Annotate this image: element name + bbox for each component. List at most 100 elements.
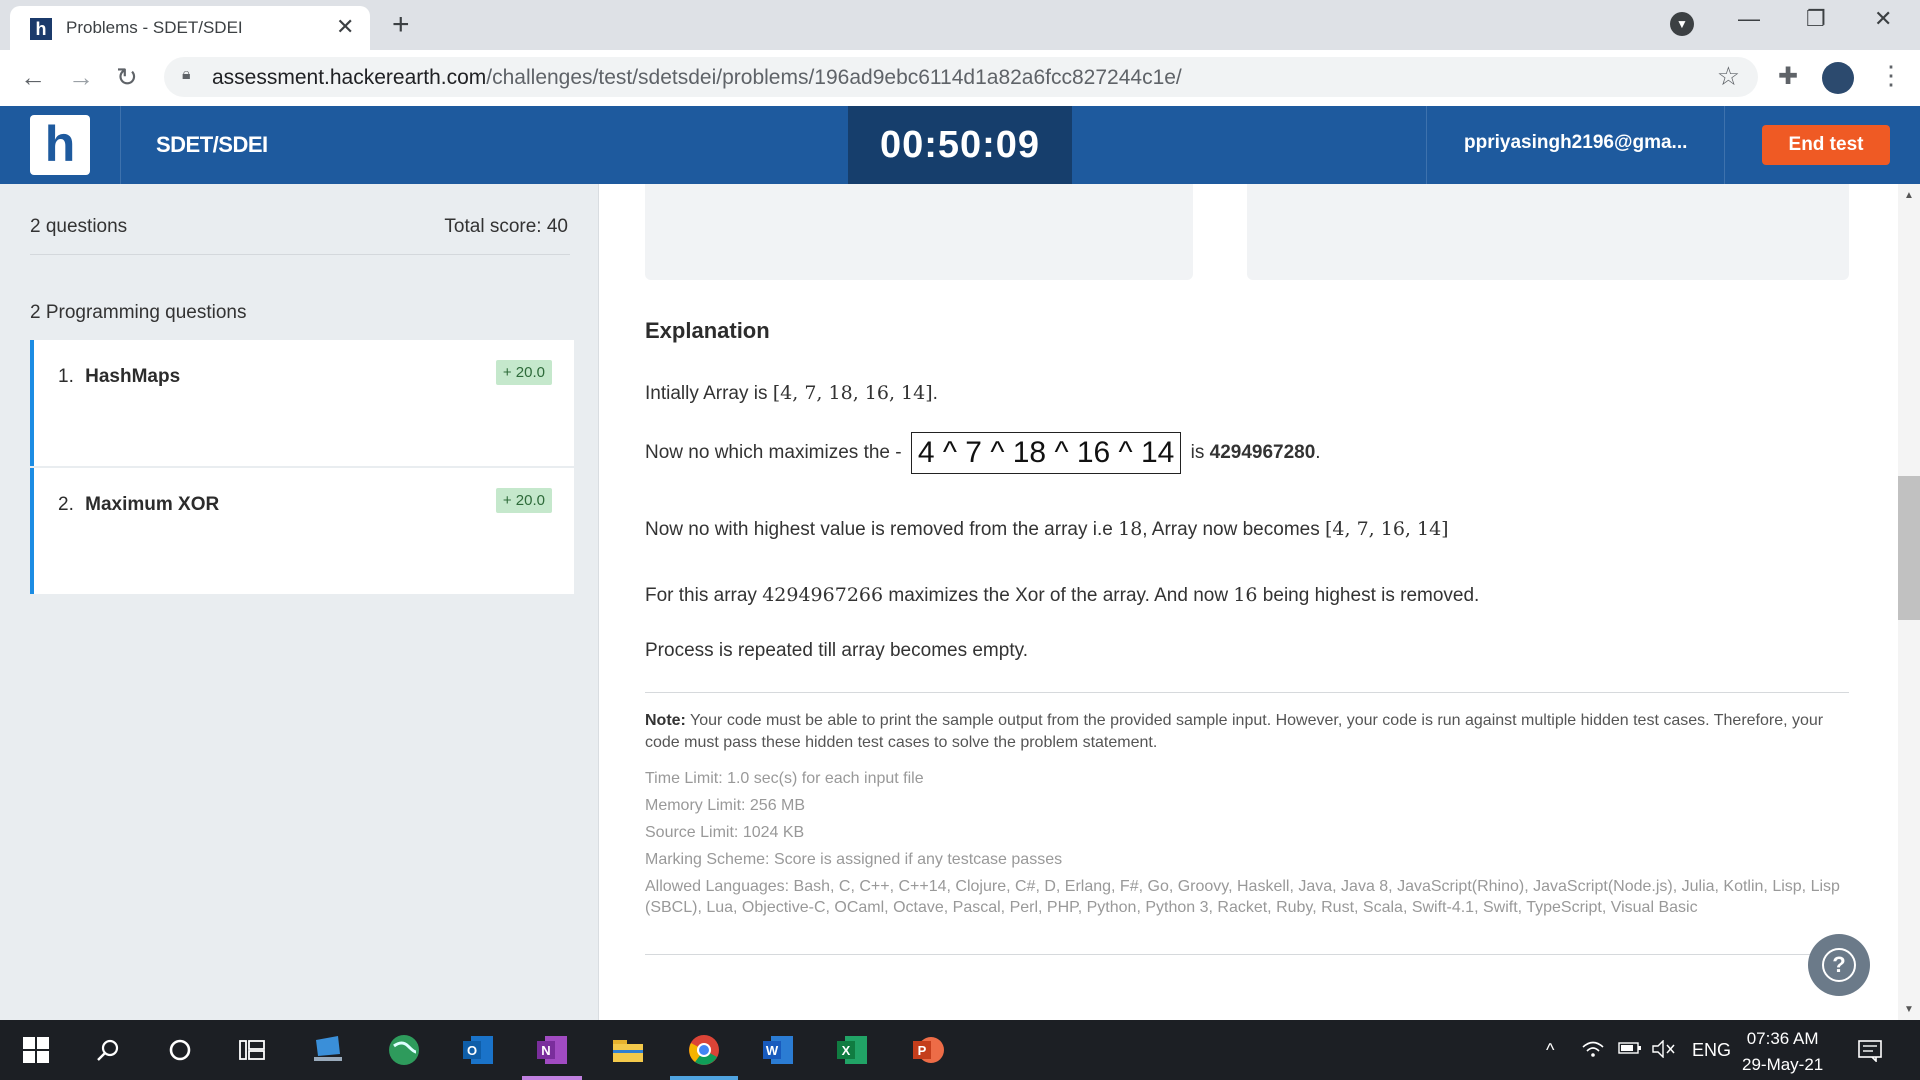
clock-time: 07:36 AM — [1746, 1029, 1819, 1048]
word-icon[interactable]: W — [758, 1030, 798, 1070]
memory-limit: Memory Limit: 256 MB — [645, 797, 806, 814]
problem-content: Explanation Intially Array is [4, 7, 18,… — [599, 184, 1899, 1020]
hackerearth-favicon-icon: h — [30, 18, 52, 40]
reload-icon[interactable]: ↻ — [116, 62, 138, 93]
test-name: SDET/SDEI — [156, 132, 268, 157]
extensions-puzzle-icon[interactable]: ✚ — [1778, 62, 1798, 91]
content-divider — [645, 692, 1849, 693]
windows-taskbar: O N W X P ^ ENG 07:36 AM 29-May-21 — [0, 1020, 1920, 1080]
end-test-button[interactable]: End test — [1762, 125, 1890, 165]
xor-value: 4294967280 — [1209, 442, 1316, 464]
system-clock[interactable]: 07:36 AM 29-May-21 — [1742, 1026, 1823, 1078]
question-label: 1. HashMaps — [58, 366, 180, 388]
note-label: Note: — [645, 712, 686, 729]
profile-avatar[interactable] — [1822, 62, 1854, 94]
active-app-indicator — [522, 1076, 582, 1080]
user-email[interactable]: ppriyasingh2196@gma... — [1464, 132, 1687, 154]
volume-muted-icon[interactable] — [1652, 1039, 1676, 1063]
explanation-line-4: For this array 4294967266 maximizes the … — [645, 584, 1479, 607]
browser-tab[interactable]: h Problems - SDET/SDEI ✕ — [10, 6, 370, 50]
question-count: 2 questions — [30, 216, 128, 237]
onenote-icon[interactable]: N — [532, 1030, 572, 1070]
text: For this array — [645, 585, 763, 606]
score-badge: + 20.0 — [495, 488, 552, 513]
language-indicator[interactable]: ENG — [1692, 1040, 1731, 1061]
header-divider — [120, 106, 121, 184]
url-path: /challenges/test/sdetsdei/problems/196ad… — [486, 66, 1182, 89]
header-divider — [1426, 106, 1427, 184]
globe-app-icon[interactable] — [384, 1030, 424, 1070]
time-limit: Time Limit: 1.0 sec(s) for each input fi… — [645, 770, 924, 787]
sidebar-divider — [30, 254, 570, 255]
lock-icon: 🔒︎ — [182, 66, 191, 83]
active-app-indicator — [670, 1076, 738, 1080]
xor-expression-box: 4 ^ 7 ^ 18 ^ 16 ^ 14 — [910, 432, 1182, 474]
math-array: [4, 7, 18, 16, 14] — [772, 382, 933, 404]
svg-text:O: O — [467, 1043, 477, 1058]
bookmark-star-icon[interactable]: ☆ — [1717, 61, 1740, 92]
marking-scheme: Marking Scheme: Score is assigned if any… — [645, 851, 1063, 868]
restore-icon[interactable]: ❐ — [1806, 6, 1826, 32]
scroll-down-icon[interactable]: ▼ — [1904, 1004, 1914, 1015]
close-tab-icon[interactable]: ✕ — [336, 14, 354, 40]
minimize-icon[interactable]: — — [1738, 6, 1760, 32]
search-icon[interactable] — [88, 1030, 128, 1070]
forward-icon[interactable]: → — [68, 62, 94, 93]
sample-output-box — [1247, 184, 1849, 280]
question-number: 2. — [58, 494, 74, 515]
sample-input-box — [645, 184, 1193, 280]
question-item-hashmaps[interactable]: 1. HashMaps + 20.0 — [30, 340, 574, 466]
note-paragraph: Note: Your code must be able to print th… — [645, 710, 1835, 754]
scrollbar-thumb[interactable] — [1898, 476, 1920, 620]
section-title: 2 Programming questions — [30, 302, 247, 323]
question-item-maximum-xor[interactable]: 2. Maximum XOR + 20.0 — [30, 468, 574, 594]
powerpoint-icon[interactable]: P — [908, 1030, 948, 1070]
battery-icon[interactable] — [1618, 1040, 1642, 1061]
new-tab-icon[interactable]: + — [392, 8, 410, 42]
content-divider — [645, 954, 1849, 955]
svg-text:N: N — [541, 1043, 550, 1058]
show-hidden-icons-chevron-icon[interactable]: ^ — [1546, 1040, 1554, 1061]
question-label: 2. Maximum XOR — [58, 494, 219, 516]
task-view-icon[interactable] — [232, 1030, 272, 1070]
countdown-timer: 00:50:09 — [848, 106, 1072, 184]
notifications-icon[interactable] — [1858, 1040, 1882, 1067]
cortana-icon[interactable] — [160, 1030, 200, 1070]
back-icon[interactable]: ← — [20, 62, 46, 93]
explanation-line-2: Now no which maximizes the - 4 ^ 7 ^ 18 … — [645, 432, 1321, 474]
help-button[interactable]: ? — [1808, 934, 1870, 996]
text: maximizes the Xor of the array. And now — [883, 585, 1234, 606]
chrome-icon[interactable] — [684, 1030, 724, 1070]
help-icon: ? — [1822, 948, 1856, 982]
clock-date: 29-May-21 — [1742, 1055, 1824, 1074]
browser-menu-icon[interactable]: ⋮ — [1878, 60, 1904, 91]
explanation-line-5: Process is repeated till array becomes e… — [645, 640, 1028, 661]
text: Intially Array is — [645, 383, 773, 404]
hackerearth-logo[interactable]: h — [30, 115, 90, 175]
tab-title: Problems - SDET/SDEI — [66, 18, 243, 37]
math-number: 18 — [1118, 518, 1143, 540]
svg-text:X: X — [842, 1043, 851, 1058]
wifi-icon[interactable] — [1582, 1040, 1604, 1063]
text: . — [1315, 442, 1321, 464]
text: Now no which maximizes the - — [645, 442, 907, 464]
header-divider — [1724, 106, 1725, 184]
address-bar[interactable]: 🔒︎ assessment.hackerearth.com/challenges… — [164, 57, 1758, 97]
question-title: Maximum XOR — [85, 494, 220, 515]
math-array: [4, 7, 16, 14] — [1325, 518, 1449, 540]
scroll-up-icon[interactable]: ▲ — [1904, 190, 1914, 201]
text: , Array now becomes — [1142, 519, 1325, 540]
source-limit: Source Limit: 1024 KB — [645, 824, 805, 841]
text: being highest is removed. — [1257, 585, 1480, 606]
excel-icon[interactable]: X — [832, 1030, 872, 1070]
total-score: Total score: 40 — [444, 216, 568, 237]
explanation-heading: Explanation — [645, 318, 770, 343]
outlook-icon[interactable]: O — [458, 1030, 498, 1070]
tab-search-icon[interactable]: ▼ — [1670, 12, 1694, 36]
laptop-app-icon[interactable] — [308, 1030, 348, 1070]
file-explorer-icon[interactable] — [608, 1030, 648, 1070]
windows-start-icon[interactable] — [16, 1030, 56, 1070]
window-close-icon[interactable]: ✕ — [1874, 6, 1892, 32]
url-host: assessment.hackerearth.com — [212, 66, 487, 89]
note-text: Your code must be able to print the samp… — [645, 712, 1824, 751]
